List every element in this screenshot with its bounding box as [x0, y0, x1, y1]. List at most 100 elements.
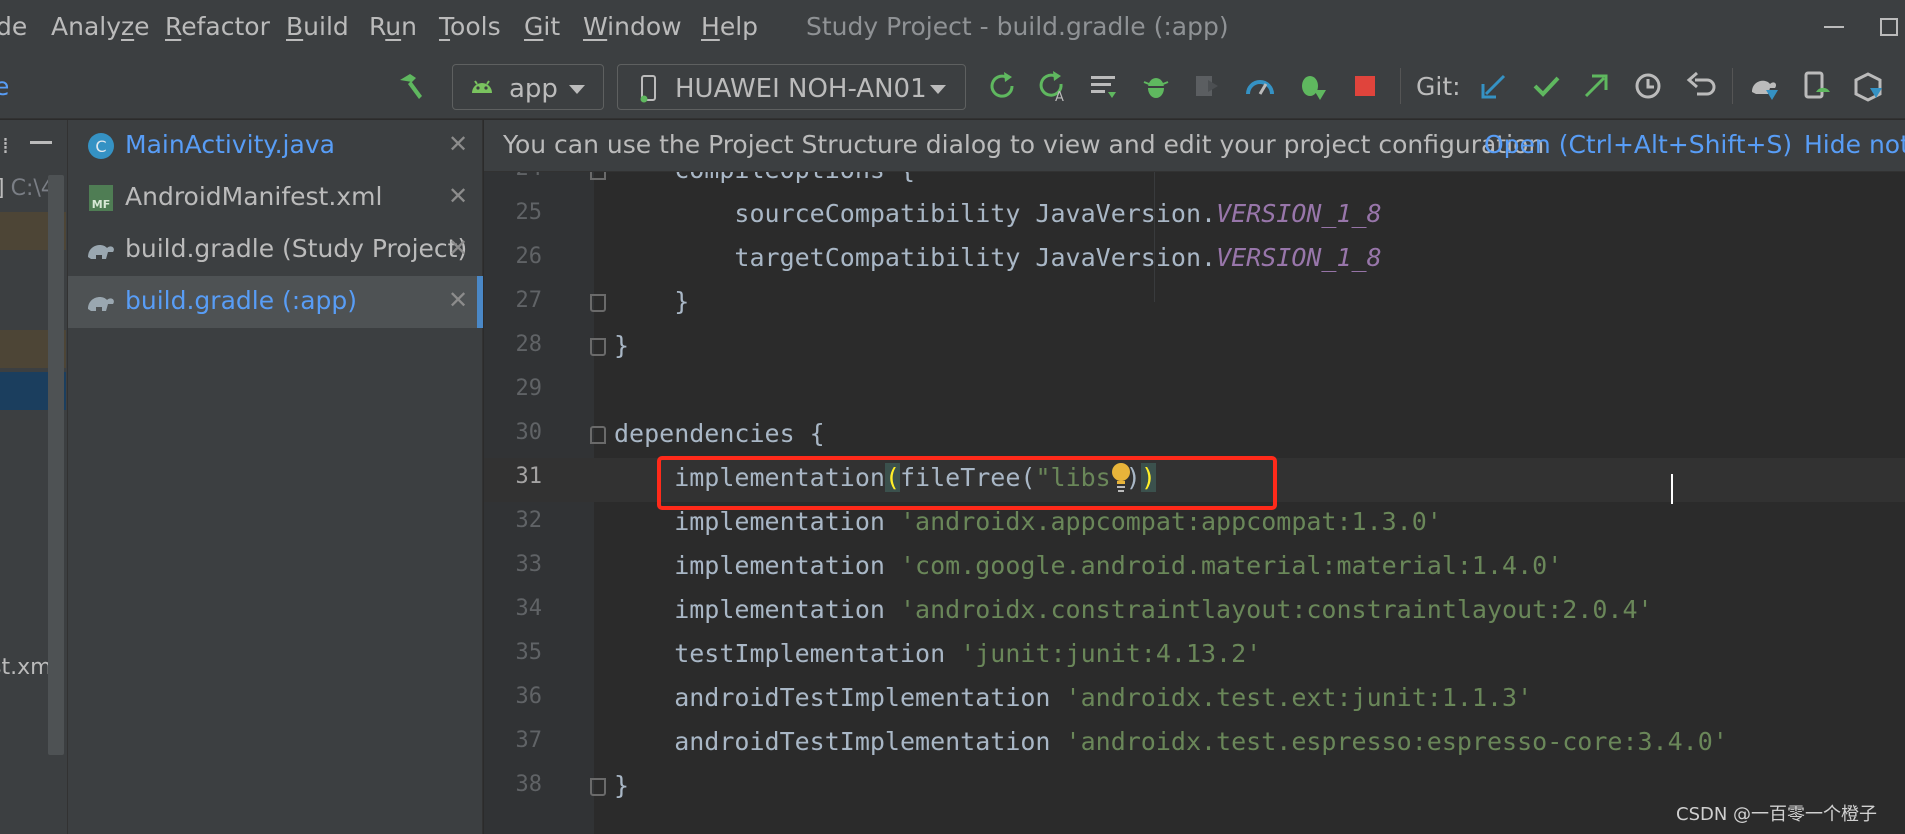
svg-text:C: C: [95, 137, 106, 156]
tab-label: build.gradle (:app): [125, 286, 358, 315]
code-text: }: [614, 331, 630, 360]
menu-help[interactable]: Help: [701, 12, 758, 41]
line-number: 37: [515, 728, 543, 753]
line-number: 27: [515, 288, 543, 313]
main-toolbar: e app HUAWEI NOH-AN01 A Git:: [0, 56, 1905, 119]
minimize-icon[interactable]: [1824, 26, 1844, 28]
line-number: 34: [515, 596, 543, 621]
line-number: 32: [515, 508, 543, 533]
history-icon[interactable]: [1632, 70, 1664, 102]
stop-icon[interactable]: [1349, 70, 1381, 102]
code-text: sourceCompatibility JavaVersion.VERSION_…: [614, 199, 1382, 228]
scrollbar[interactable]: [48, 175, 64, 755]
tab-label: AndroidManifest.xml: [125, 182, 383, 211]
coverage-icon[interactable]: [1190, 70, 1222, 102]
menu-run[interactable]: Run: [369, 12, 417, 41]
attach-debugger-icon[interactable]: [1296, 70, 1328, 102]
svg-text:A: A: [1055, 90, 1064, 102]
menu-build[interactable]: Build: [286, 12, 349, 41]
close-icon[interactable]: ✕: [448, 234, 468, 262]
code-line[interactable]: 36 androidTestImplementation 'androidx.t…: [484, 678, 1905, 722]
notification-banner: You can use the Project Structure dialog…: [484, 120, 1905, 172]
line-number: 28: [515, 332, 543, 357]
close-icon[interactable]: ✕: [448, 130, 468, 158]
watermark: CSDN @一百零一个橙子: [1676, 804, 1878, 825]
code-line[interactable]: 35 testImplementation 'junit:junit:4.13.…: [484, 634, 1905, 678]
line-number: 30: [515, 420, 543, 445]
apply-changes-icon[interactable]: A: [1037, 70, 1069, 102]
project-root-row[interactable]: ]C:\4: [0, 176, 55, 201]
annotation-highlight-box: [657, 456, 1277, 510]
menu-refactor[interactable]: Refactor: [165, 12, 270, 41]
tab-android-manifest[interactable]: MF AndroidManifest.xml ✕: [68, 172, 483, 224]
toolbar-left-clipped-text[interactable]: e: [0, 72, 9, 101]
menu-bar: de Analyze Refactor Build Run Tools Git …: [0, 0, 1905, 56]
line-number: 25: [515, 200, 543, 225]
code-text: testImplementation 'junit:junit:4.13.2': [614, 639, 1262, 668]
code-line[interactable]: 29: [484, 370, 1905, 414]
menu-git[interactable]: Git: [524, 12, 560, 41]
code-text: compileOptions {: [614, 172, 915, 184]
fold-icon[interactable]: [590, 426, 606, 444]
fold-icon[interactable]: [590, 778, 606, 796]
tab-build-gradle-project[interactable]: build.gradle (Study Project) ✕: [68, 224, 483, 276]
line-number: 31: [515, 464, 543, 489]
code-line[interactable]: 37 androidTestImplementation 'androidx.t…: [484, 722, 1905, 766]
debug-icon[interactable]: [1140, 70, 1172, 102]
run-config-dropdown[interactable]: app: [452, 64, 604, 110]
run-config-label: app: [509, 74, 558, 104]
hide-notification-link[interactable]: Hide notification: [1804, 130, 1905, 159]
tab-main-activity[interactable]: C MainActivity.java ✕: [68, 120, 483, 172]
close-icon[interactable]: ✕: [448, 182, 468, 210]
maximize-icon[interactable]: [1880, 18, 1898, 36]
code-text: dependencies {: [614, 419, 825, 448]
text-caret: [1671, 474, 1673, 504]
line-number: 29: [515, 376, 543, 401]
code-line[interactable]: 25 sourceCompatibility JavaVersion.VERSI…: [484, 194, 1905, 238]
editor-tabs-panel: C MainActivity.java ✕ MF AndroidManifest…: [68, 120, 483, 834]
code-line[interactable]: 28 }: [484, 326, 1905, 370]
code-line[interactable]: 24 compileOptions {: [484, 172, 1905, 194]
code-text: implementation 'androidx.appcompat:appco…: [614, 507, 1442, 536]
line-number: 24: [494, 172, 543, 181]
code-line[interactable]: 33 implementation 'com.google.android.ma…: [484, 546, 1905, 590]
git-commit-icon[interactable]: [1530, 70, 1562, 102]
fold-icon[interactable]: [590, 294, 606, 312]
gradle-sync-icon[interactable]: [1748, 70, 1780, 102]
device-manager-icon[interactable]: [1800, 70, 1832, 102]
gradle-icon: [88, 245, 114, 259]
close-icon[interactable]: ✕: [448, 286, 468, 314]
options-icon[interactable]: ⁞: [2, 134, 9, 159]
hammer-icon[interactable]: [394, 70, 426, 102]
git-push-icon[interactable]: [1580, 70, 1612, 102]
toolbar-separator: [1400, 68, 1401, 104]
sync-icon[interactable]: [1088, 70, 1120, 102]
fold-icon[interactable]: [590, 338, 606, 356]
menu-code[interactable]: de: [0, 12, 27, 41]
code-line[interactable]: 30 dependencies {: [484, 414, 1905, 458]
svg-text:MF: MF: [92, 198, 110, 211]
code-text: implementation 'com.google.android.mater…: [614, 551, 1563, 580]
open-project-structure-link[interactable]: Open (Ctrl+Alt+Shift+S): [1484, 130, 1792, 159]
menu-tools[interactable]: Tools: [439, 12, 501, 41]
menu-window[interactable]: Window: [583, 12, 682, 41]
code-line[interactable]: 34 implementation 'androidx.constraintla…: [484, 590, 1905, 634]
line-number: 35: [515, 640, 543, 665]
menu-analyze[interactable]: Analyze: [51, 12, 150, 41]
window-title: Study Project - build.gradle (:app): [806, 12, 1229, 41]
sdk-manager-icon[interactable]: [1852, 70, 1884, 102]
code-text: }: [614, 287, 690, 316]
code-line[interactable]: 27 }: [484, 282, 1905, 326]
git-update-icon[interactable]: [1478, 70, 1510, 102]
chevron-down-icon: [569, 85, 585, 94]
tab-build-gradle-app[interactable]: build.gradle (:app) ✕: [68, 276, 483, 328]
profile-icon[interactable]: [1244, 70, 1276, 102]
rerun-icon[interactable]: [986, 70, 1018, 102]
java-class-icon: C: [88, 133, 114, 159]
rollback-icon[interactable]: [1685, 70, 1717, 102]
code-text: androidTestImplementation 'androidx.test…: [614, 727, 1728, 756]
code-line[interactable]: 26 targetCompatibility JavaVersion.VERSI…: [484, 238, 1905, 282]
fold-icon[interactable]: [590, 172, 606, 180]
hide-panel-icon[interactable]: [30, 141, 52, 144]
device-dropdown[interactable]: HUAWEI NOH-AN01: [617, 64, 966, 110]
